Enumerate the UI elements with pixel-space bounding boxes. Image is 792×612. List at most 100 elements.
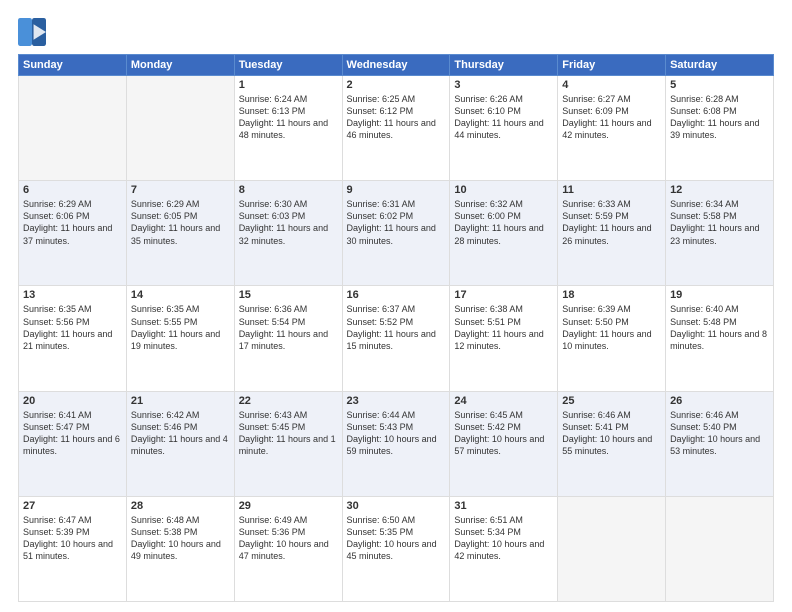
cell-info: Sunrise: 6:44 AM Sunset: 5:43 PM Dayligh… [347,409,446,458]
calendar-header-row: SundayMondayTuesdayWednesdayThursdayFrid… [19,55,774,76]
header [18,18,774,46]
calendar-header-wednesday: Wednesday [342,55,450,76]
cell-info: Sunrise: 6:38 AM Sunset: 5:51 PM Dayligh… [454,303,553,352]
cell-info: Sunrise: 6:49 AM Sunset: 5:36 PM Dayligh… [239,514,338,563]
cell-info: Sunrise: 6:29 AM Sunset: 6:06 PM Dayligh… [23,198,122,247]
day-number: 18 [562,289,661,301]
calendar-cell [558,496,666,601]
cell-info: Sunrise: 6:41 AM Sunset: 5:47 PM Dayligh… [23,409,122,458]
cell-info: Sunrise: 6:35 AM Sunset: 5:55 PM Dayligh… [131,303,230,352]
day-number: 3 [454,79,553,91]
cell-info: Sunrise: 6:46 AM Sunset: 5:41 PM Dayligh… [562,409,661,458]
cell-info: Sunrise: 6:39 AM Sunset: 5:50 PM Dayligh… [562,303,661,352]
calendar-cell: 21 Sunrise: 6:42 AM Sunset: 5:46 PM Dayli… [126,391,234,496]
calendar-header-friday: Friday [558,55,666,76]
cell-info: Sunrise: 6:34 AM Sunset: 5:58 PM Dayligh… [670,198,769,247]
day-number: 19 [670,289,769,301]
calendar-cell: 3 Sunrise: 6:26 AM Sunset: 6:10 PM Daylig… [450,76,558,181]
calendar-header-monday: Monday [126,55,234,76]
day-number: 2 [347,79,446,91]
calendar-header-thursday: Thursday [450,55,558,76]
cell-info: Sunrise: 6:25 AM Sunset: 6:12 PM Dayligh… [347,93,446,142]
logo [18,18,50,46]
day-number: 17 [454,289,553,301]
calendar-cell: 9 Sunrise: 6:31 AM Sunset: 6:02 PM Daylig… [342,181,450,286]
calendar-table: SundayMondayTuesdayWednesdayThursdayFrid… [18,54,774,602]
cell-info: Sunrise: 6:45 AM Sunset: 5:42 PM Dayligh… [454,409,553,458]
day-number: 14 [131,289,230,301]
calendar-cell [666,496,774,601]
cell-info: Sunrise: 6:32 AM Sunset: 6:00 PM Dayligh… [454,198,553,247]
calendar-cell [19,76,127,181]
calendar-cell: 17 Sunrise: 6:38 AM Sunset: 5:51 PM Dayli… [450,286,558,391]
cell-info: Sunrise: 6:29 AM Sunset: 6:05 PM Dayligh… [131,198,230,247]
logo-icon [18,18,46,46]
day-number: 13 [23,289,122,301]
calendar-cell: 16 Sunrise: 6:37 AM Sunset: 5:52 PM Dayli… [342,286,450,391]
day-number: 25 [562,395,661,407]
day-number: 10 [454,184,553,196]
day-number: 16 [347,289,446,301]
calendar-header-tuesday: Tuesday [234,55,342,76]
day-number: 8 [239,184,338,196]
cell-info: Sunrise: 6:33 AM Sunset: 5:59 PM Dayligh… [562,198,661,247]
calendar-cell: 28Sunrise: 6:48 AM Sunset: 5:38 PM Dayli… [126,496,234,601]
cell-info: Sunrise: 6:50 AM Sunset: 5:35 PM Dayligh… [347,514,446,563]
day-number: 15 [239,289,338,301]
cell-info: Sunrise: 6:40 AM Sunset: 5:48 PM Dayligh… [670,303,769,352]
cell-info: Sunrise: 6:46 AM Sunset: 5:40 PM Dayligh… [670,409,769,458]
day-number: 7 [131,184,230,196]
calendar-header-saturday: Saturday [666,55,774,76]
day-number: 4 [562,79,661,91]
calendar-cell: 1 Sunrise: 6:24 AM Sunset: 6:13 PM Daylig… [234,76,342,181]
calendar-cell: 6 Sunrise: 6:29 AM Sunset: 6:06 PM Daylig… [19,181,127,286]
day-number: 9 [347,184,446,196]
calendar-cell: 13Sunrise: 6:35 AM Sunset: 5:56 PM Dayli… [19,286,127,391]
calendar-cell: 12 Sunrise: 6:34 AM Sunset: 5:58 PM Dayli… [666,181,774,286]
day-number: 12 [670,184,769,196]
calendar-cell: 24 Sunrise: 6:45 AM Sunset: 5:42 PM Dayli… [450,391,558,496]
calendar-cell: 31Sunrise: 6:51 AM Sunset: 5:34 PM Dayli… [450,496,558,601]
day-number: 29 [239,500,338,512]
calendar-cell: 8Sunrise: 6:30 AM Sunset: 6:03 PM Daylig… [234,181,342,286]
day-number: 20 [23,395,122,407]
calendar-week-row: 1 Sunrise: 6:24 AM Sunset: 6:13 PM Daylig… [19,76,774,181]
calendar-cell: 5 Sunrise: 6:28 AM Sunset: 6:08 PM Daylig… [666,76,774,181]
day-number: 27 [23,500,122,512]
calendar-cell: 14 Sunrise: 6:35 AM Sunset: 5:55 PM Dayli… [126,286,234,391]
cell-info: Sunrise: 6:42 AM Sunset: 5:46 PM Dayligh… [131,409,230,458]
day-number: 22 [239,395,338,407]
calendar-cell: 22 Sunrise: 6:43 AM Sunset: 5:45 PM Dayli… [234,391,342,496]
page: SundayMondayTuesdayWednesdayThursdayFrid… [0,0,792,612]
calendar-cell: 7 Sunrise: 6:29 AM Sunset: 6:05 PM Daylig… [126,181,234,286]
calendar-cell: 25 Sunrise: 6:46 AM Sunset: 5:41 PM Dayli… [558,391,666,496]
calendar-cell: 27Sunrise: 6:47 AM Sunset: 5:39 PM Dayli… [19,496,127,601]
day-number: 1 [239,79,338,91]
day-number: 31 [454,500,553,512]
cell-info: Sunrise: 6:24 AM Sunset: 6:13 PM Dayligh… [239,93,338,142]
calendar-week-row: 27Sunrise: 6:47 AM Sunset: 5:39 PM Dayli… [19,496,774,601]
calendar-cell: 29 Sunrise: 6:49 AM Sunset: 5:36 PM Dayli… [234,496,342,601]
cell-info: Sunrise: 6:43 AM Sunset: 5:45 PM Dayligh… [239,409,338,458]
day-number: 24 [454,395,553,407]
day-number: 21 [131,395,230,407]
cell-info: Sunrise: 6:36 AM Sunset: 5:54 PM Dayligh… [239,303,338,352]
calendar-cell: 2 Sunrise: 6:25 AM Sunset: 6:12 PM Daylig… [342,76,450,181]
calendar-cell: 18 Sunrise: 6:39 AM Sunset: 5:50 PM Dayli… [558,286,666,391]
calendar-cell: 4Sunrise: 6:27 AM Sunset: 6:09 PM Daylig… [558,76,666,181]
cell-info: Sunrise: 6:37 AM Sunset: 5:52 PM Dayligh… [347,303,446,352]
cell-info: Sunrise: 6:26 AM Sunset: 6:10 PM Dayligh… [454,93,553,142]
calendar-cell: 19 Sunrise: 6:40 AM Sunset: 5:48 PM Dayli… [666,286,774,391]
cell-info: Sunrise: 6:31 AM Sunset: 6:02 PM Dayligh… [347,198,446,247]
calendar-week-row: 13Sunrise: 6:35 AM Sunset: 5:56 PM Dayli… [19,286,774,391]
day-number: 28 [131,500,230,512]
day-number: 6 [23,184,122,196]
day-number: 5 [670,79,769,91]
day-number: 11 [562,184,661,196]
calendar-cell: 10 Sunrise: 6:32 AM Sunset: 6:00 PM Dayli… [450,181,558,286]
day-number: 26 [670,395,769,407]
cell-info: Sunrise: 6:28 AM Sunset: 6:08 PM Dayligh… [670,93,769,142]
day-number: 30 [347,500,446,512]
calendar-cell: 23Sunrise: 6:44 AM Sunset: 5:43 PM Dayli… [342,391,450,496]
calendar-cell: 20 Sunrise: 6:41 AM Sunset: 5:47 PM Dayli… [19,391,127,496]
